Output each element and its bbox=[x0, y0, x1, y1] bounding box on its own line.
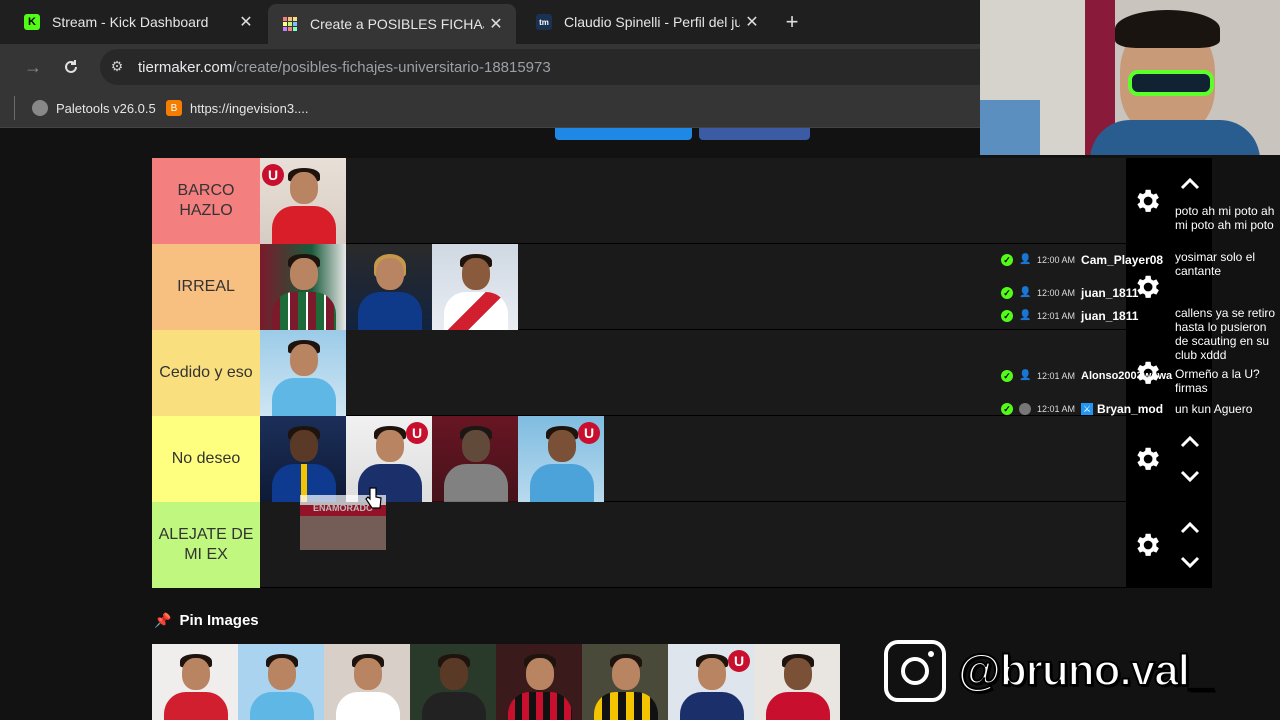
pin-image[interactable] bbox=[582, 644, 668, 720]
chat-event: ✓ 👤 12:00 AM Cam_Player08 bbox=[1001, 253, 1163, 267]
forward-arrow-icon[interactable]: → bbox=[22, 56, 44, 78]
download-button[interactable] bbox=[555, 128, 692, 140]
check-icon: ✓ bbox=[1001, 370, 1013, 382]
user-icon: 👤 bbox=[1019, 370, 1032, 381]
player-image[interactable] bbox=[432, 244, 518, 330]
chat-message: yosimar solo el cantante bbox=[1175, 250, 1256, 278]
chevron-up-icon[interactable] bbox=[1178, 176, 1202, 192]
check-icon: ✓ bbox=[1001, 403, 1013, 415]
tier-row: BARCO HAZLO U bbox=[152, 158, 1212, 244]
tier-items bbox=[260, 330, 346, 416]
bookmark-paletools[interactable]: Paletools v26.0.5 bbox=[32, 98, 156, 118]
tab-kick-dashboard[interactable]: K Stream - Kick Dashboard ✕ bbox=[10, 6, 266, 38]
player-image[interactable] bbox=[260, 244, 346, 330]
chat-message: Ormeño a la U? firmas bbox=[1175, 367, 1260, 395]
pin-image[interactable] bbox=[410, 644, 496, 720]
chat-event: ✓ 👤 12:01 AM juan_1811 bbox=[1001, 309, 1138, 323]
chat-message: poto ah mi poto ah mi poto ah mi poto bbox=[1175, 204, 1275, 232]
player-image[interactable] bbox=[260, 416, 346, 502]
site-info-icon[interactable]: ⚙ bbox=[108, 58, 126, 76]
chat-event: ✓ 👤 12:00 AM juan_1811 bbox=[1001, 286, 1138, 300]
player-image[interactable]: U bbox=[260, 158, 346, 244]
bookmarks-bar: Paletools v26.0.5 B https://ingevision3.… bbox=[0, 90, 980, 128]
blogger-icon: B bbox=[166, 100, 182, 116]
tier-label[interactable]: IRREAL bbox=[152, 244, 260, 330]
chevron-up-icon[interactable] bbox=[1178, 520, 1202, 536]
user-icon: 👤 bbox=[1019, 254, 1032, 265]
transfermarkt-icon: tm bbox=[536, 14, 552, 30]
pin-image[interactable] bbox=[496, 644, 582, 720]
pushpin-icon: 📌 bbox=[154, 612, 172, 628]
tab-tiermaker[interactable]: Create a POSIBLES FICHAJES UNIVERSITARIO… bbox=[268, 4, 516, 44]
tier-label[interactable]: No deseo bbox=[152, 416, 260, 502]
pin-image[interactable] bbox=[238, 644, 324, 720]
player-image-placeholder[interactable] bbox=[432, 416, 518, 502]
instagram-overlay: @bruno.val_ bbox=[884, 640, 1214, 702]
check-icon: ✓ bbox=[1001, 254, 1013, 266]
address-bar[interactable]: ⚙ tiermaker.com/create/posibles-fichajes… bbox=[100, 49, 980, 85]
player-image[interactable] bbox=[260, 330, 346, 416]
url-text: tiermaker.com/create/posibles-fichajes-u… bbox=[138, 58, 551, 76]
tier-controls bbox=[1126, 502, 1212, 588]
player-image[interactable] bbox=[346, 244, 432, 330]
webcam-overlay bbox=[980, 0, 1280, 155]
toolbar: → ⚙ tiermaker.com/create/posibles-fichaj… bbox=[0, 44, 980, 90]
close-icon[interactable]: ✕ bbox=[234, 12, 258, 32]
hand-cursor-icon bbox=[365, 487, 382, 509]
instagram-handle: @bruno.val_ bbox=[957, 645, 1214, 696]
close-icon[interactable]: ✕ bbox=[484, 14, 508, 34]
tier-label[interactable]: ALEJATE DE MI EX bbox=[152, 502, 260, 588]
pin-images-title: Pin Images bbox=[179, 612, 259, 629]
new-tab-button[interactable]: + bbox=[780, 10, 804, 34]
pin-images-header: 📌 Pin Images bbox=[154, 612, 259, 629]
tab-title: Create a POSIBLES FICHAJES UNIVERSITARIO bbox=[310, 16, 484, 32]
moderator-sword-icon: ⚔ bbox=[1081, 403, 1094, 415]
chevron-down-icon[interactable] bbox=[1178, 554, 1202, 570]
pin-image[interactable] bbox=[754, 644, 840, 720]
gear-icon[interactable] bbox=[1132, 530, 1162, 560]
gear-icon[interactable] bbox=[1132, 444, 1162, 474]
bookmark-label: Paletools v26.0.5 bbox=[56, 100, 156, 116]
pin-image[interactable]: U bbox=[668, 644, 754, 720]
instagram-icon bbox=[884, 640, 946, 702]
check-icon: ✓ bbox=[1001, 310, 1013, 322]
chat-event: ✓ 👤 12:01 AM Alonso2003wawa bbox=[1001, 370, 1172, 382]
tiermaker-icon bbox=[282, 16, 298, 32]
kick-icon: K bbox=[24, 14, 40, 30]
user-icon: 👤 bbox=[1019, 310, 1032, 321]
pin-image[interactable] bbox=[152, 644, 238, 720]
check-icon: ✓ bbox=[1001, 287, 1013, 299]
bookmark-label: https://ingevision3.... bbox=[190, 100, 309, 116]
tier-label[interactable]: BARCO HAZLO bbox=[152, 158, 260, 244]
player-image[interactable]: U bbox=[518, 416, 604, 502]
gear-icon[interactable] bbox=[1132, 186, 1162, 216]
close-icon[interactable]: ✕ bbox=[740, 12, 764, 32]
tier-items: U U bbox=[260, 416, 604, 502]
pin-images-row: U bbox=[152, 644, 840, 720]
tier-controls bbox=[1126, 416, 1212, 502]
chat-event: ✓ 12:01 AM ⚔ Bryan_mod bbox=[1001, 402, 1163, 416]
save-button[interactable] bbox=[699, 128, 810, 140]
tab-bar: K Stream - Kick Dashboard ✕ Create a POS… bbox=[0, 0, 980, 44]
tier-row: No deseo U U bbox=[152, 416, 1212, 502]
avatar bbox=[1019, 403, 1031, 415]
chat-message: callens ya se retiro hasta lo pusieron d… bbox=[1175, 306, 1276, 362]
chevron-up-icon[interactable] bbox=[1178, 434, 1202, 450]
paletools-icon bbox=[32, 100, 48, 116]
tier-label[interactable]: Cedido y eso bbox=[152, 330, 260, 416]
chat-message: un kun Aguero bbox=[1175, 402, 1253, 416]
tier-items bbox=[260, 244, 518, 330]
chevron-down-icon[interactable] bbox=[1178, 468, 1202, 484]
tab-transfermarkt[interactable]: tm Claudio Spinelli - Perfil del jugador… bbox=[522, 6, 772, 38]
reload-icon[interactable] bbox=[60, 56, 82, 78]
tab-title: Claudio Spinelli - Perfil del jugador bbox=[564, 14, 740, 30]
bookmark-separator bbox=[14, 96, 15, 120]
user-icon: 👤 bbox=[1019, 287, 1032, 298]
pin-image[interactable] bbox=[324, 644, 410, 720]
bookmark-ingevision[interactable]: B https://ingevision3.... bbox=[166, 98, 309, 118]
tier-items: U bbox=[260, 158, 346, 244]
tab-title: Stream - Kick Dashboard bbox=[52, 14, 209, 30]
player-image[interactable]: U bbox=[346, 416, 432, 502]
